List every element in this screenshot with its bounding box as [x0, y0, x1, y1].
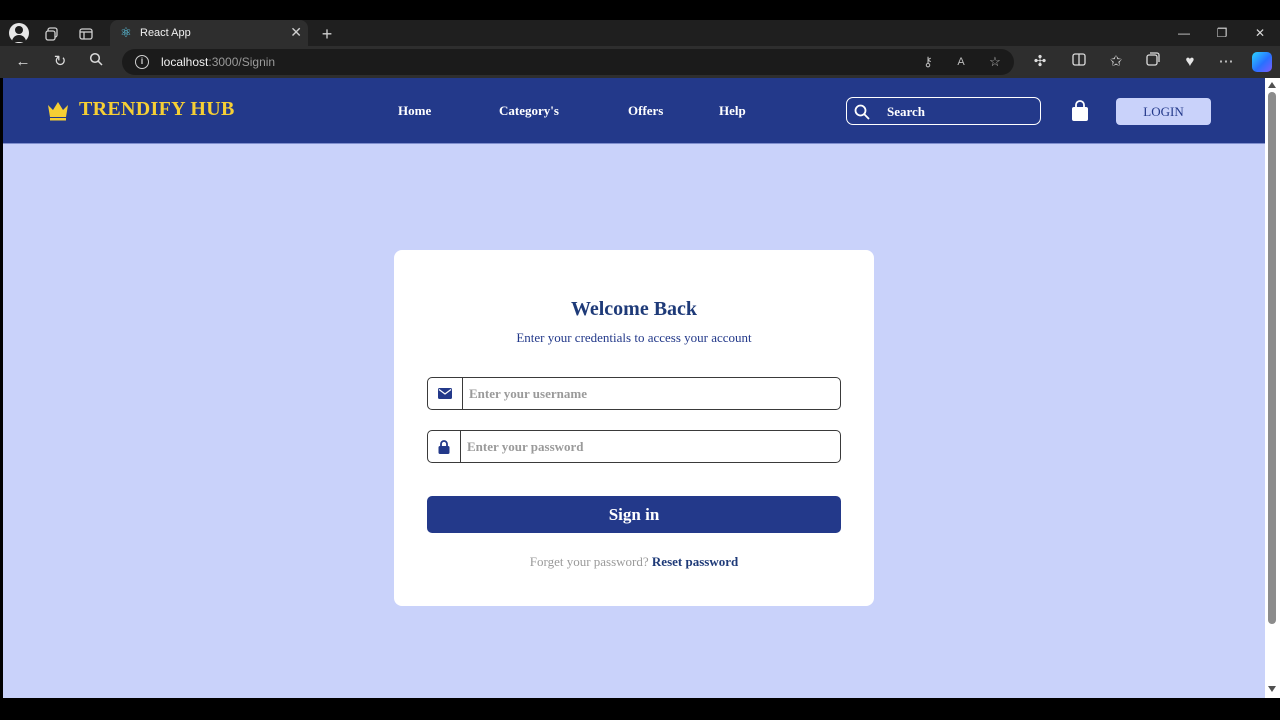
nav-link-home[interactable]: Home — [398, 103, 431, 119]
new-tab-icon[interactable]: + — [317, 24, 337, 44]
nav-link-offers[interactable]: Offers — [628, 103, 663, 119]
favorite-star-icon[interactable]: ☆ — [986, 53, 1004, 71]
favorites-icon[interactable]: ✩ — [1105, 52, 1127, 72]
lock-icon — [428, 431, 461, 462]
nav-link-categories[interactable]: Category's — [499, 103, 559, 119]
address-bar-row: ← ↻ i localhost:3000/Signin ⚷ A ☆ ✣ ✩ ♥ … — [0, 46, 1280, 78]
scroll-up-arrow-icon[interactable] — [1268, 82, 1276, 88]
split-screen-icon[interactable] — [1068, 52, 1090, 72]
password-input[interactable] — [467, 431, 834, 462]
minimize-icon[interactable]: — — [1172, 23, 1196, 43]
forgot-password-text: Forget your password? — [529, 554, 649, 569]
close-window-icon[interactable]: ✕ — [1248, 23, 1272, 43]
signin-title: Welcome Back — [570, 298, 698, 320]
refresh-icon[interactable]: ↻ — [49, 52, 71, 72]
brand-name: TRENDIFY HUB — [79, 98, 235, 120]
url-text: localhost:3000/Signin — [161, 55, 276, 69]
login-button[interactable]: LOGIN — [1116, 98, 1211, 125]
shopping-bag-icon[interactable] — [1070, 100, 1090, 122]
react-icon: ⚛ — [120, 25, 132, 40]
reset-password-link[interactable]: Reset password — [652, 554, 738, 569]
more-menu-icon[interactable]: ⋯ — [1215, 52, 1237, 72]
scroll-down-arrow-icon[interactable] — [1268, 686, 1276, 692]
vertical-tabs-icon[interactable] — [76, 24, 96, 44]
browser-tab[interactable]: ⚛ React App ✕ — [110, 20, 308, 46]
collections-icon[interactable] — [1142, 52, 1164, 72]
extensions-icon[interactable]: ✣ — [1029, 52, 1051, 72]
profile-icon[interactable] — [9, 23, 29, 43]
signin-button[interactable]: Sign in — [427, 496, 841, 533]
forgot-password-row: Forget your password? Reset password — [394, 554, 874, 570]
url-field[interactable]: i localhost:3000/Signin ⚷ A ☆ — [122, 49, 1014, 75]
nav-link-help[interactable]: Help — [719, 103, 746, 119]
workspaces-icon[interactable] — [42, 24, 62, 44]
tab-bar: ⚛ React App ✕ + — ❐ ✕ — [0, 20, 1280, 46]
restore-icon[interactable]: ❐ — [1210, 23, 1234, 43]
copilot-icon[interactable] — [1252, 52, 1272, 72]
username-input[interactable] — [469, 378, 834, 409]
brand-logo[interactable]: TRENDIFY HUB — [46, 98, 235, 121]
crown-icon — [48, 101, 68, 120]
search-placeholder: Search — [887, 104, 926, 119]
signin-card: Welcome Back Enter your credentials to a… — [394, 250, 874, 606]
username-field-group — [427, 377, 841, 410]
search-box[interactable]: Search — [846, 97, 1041, 125]
back-icon[interactable]: ← — [12, 52, 34, 72]
password-field-group — [427, 430, 841, 463]
browser-essentials-icon[interactable]: ♥ — [1179, 52, 1201, 72]
bottom-strip — [0, 698, 1280, 720]
close-tab-icon[interactable]: ✕ — [290, 24, 302, 41]
search-icon — [854, 104, 870, 120]
scrollbar-thumb[interactable] — [1268, 92, 1276, 624]
vertical-scrollbar[interactable] — [1265, 78, 1280, 698]
search-icon[interactable] — [85, 52, 107, 72]
key-icon[interactable]: ⚷ — [919, 53, 937, 71]
top-strip — [0, 0, 1280, 20]
site-navbar: TRENDIFY HUB Home Category's Offers Help… — [3, 78, 1265, 144]
signin-subtitle: Enter your credentials to access your ac… — [516, 330, 752, 345]
page-content: TRENDIFY HUB Home Category's Offers Help… — [3, 78, 1265, 698]
site-info-icon[interactable]: i — [135, 55, 149, 69]
tab-title: React App — [140, 27, 191, 39]
envelope-icon — [428, 378, 463, 409]
read-aloud-icon[interactable]: A — [952, 53, 970, 71]
